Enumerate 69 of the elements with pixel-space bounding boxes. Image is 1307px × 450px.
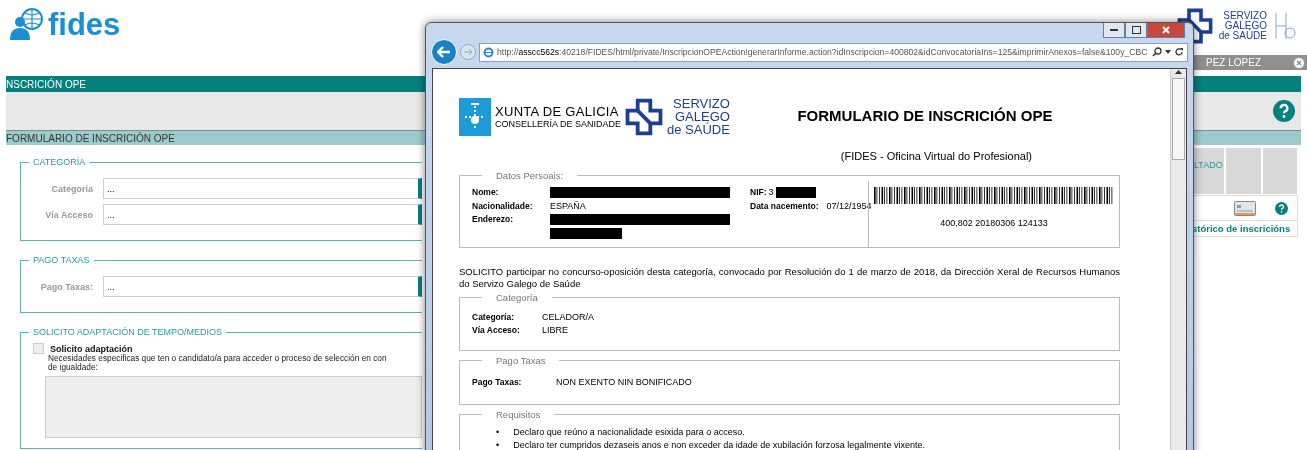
help-icon[interactable]	[1273, 100, 1295, 122]
field-value: 07/12/1954	[826, 201, 872, 211]
field-label: Nome:	[472, 187, 500, 197]
minimize-icon	[1110, 28, 1118, 32]
field-value: NON EXENTO NIN BONIFICADO	[556, 376, 692, 387]
fieldset-legend: CATEGORÍA	[29, 157, 90, 167]
back-arrow-icon	[437, 46, 451, 58]
close-button[interactable]	[1147, 23, 1185, 38]
panel-legend: Datos Persoais:	[482, 170, 578, 181]
panel-legend: Pago Taxas	[482, 354, 560, 366]
browser-logo-icon	[483, 46, 494, 58]
field-label: Enderezo:	[472, 214, 515, 224]
fieldset-legend: SOLICITO ADAPTACIÓN DE TEMPO/MEDIOS	[29, 327, 227, 337]
redaction-bar	[550, 228, 622, 239]
field-value: ESPAÑA	[550, 201, 586, 211]
institution-logo-text: SERVIZO GALEGO de SAÚDE	[1218, 11, 1267, 41]
address-field[interactable]: http://asscc562s:40218/FIDES/html/private/InscripcionOPEAction!generarInforme.action?idInscripcion=400802&idConvocatoriaIns=125&imprimirAnexos=false&100y_CBC	[479, 42, 1188, 62]
field-label: Vía Acceso	[44, 209, 93, 220]
maximize-icon	[1131, 26, 1141, 34]
description-text: de igualdade:	[48, 363, 98, 373]
statement-text: SOLICITO participar no concurso-oposición desta categoría, convocado por Resolución do 1 de marzo de 2018, da Dirección Xeral de Recursos Humanos do Servizo Galego de Saúde	[459, 266, 1120, 290]
field-label: NIF:	[750, 187, 767, 197]
field-label: Data nacemento:	[750, 201, 819, 211]
search-icon[interactable]	[1152, 47, 1162, 57]
field-label: Vía Acceso:	[472, 324, 521, 335]
url-text: http://asscc562s:40218/FIDES/html/private/InscripcionOPEAction!generarInforme.action?idInscripcion=400802&idConvocatoriaIns=125&imprimirAnexos=false&100y_CBC	[497, 47, 1149, 57]
bullet-mark: •	[496, 426, 500, 437]
checkbox[interactable]	[33, 343, 44, 354]
document-subtitle: (FIDES - Oficina Virtual do Profesional)	[840, 150, 1032, 162]
field-label: Nacionalidade:	[472, 201, 534, 211]
description-text: Necesidades especificas que ten o candidato/a para acceder o proceso de selección en con	[48, 354, 387, 363]
field-label: Categoría	[50, 183, 93, 194]
input-field[interactable]: ...	[103, 178, 422, 199]
maximize-button[interactable]	[1125, 23, 1147, 38]
requirement-item: Declaro ter cumpridos dezaseis anos e non exceder da idade de xubilación forzosa legalmente vixente.	[513, 439, 925, 450]
field-label: Pago Taxas:	[39, 281, 93, 292]
field-value: 3	[768, 187, 774, 197]
field-value: CELADOR/A	[542, 311, 594, 322]
panel-legend: Categoría	[482, 291, 552, 303]
checkbox-label: Solicito adaptación	[50, 343, 133, 354]
help-icon[interactable]	[1274, 201, 1288, 215]
input-field[interactable]: ...	[103, 204, 422, 225]
refresh-icon[interactable]	[1174, 47, 1184, 57]
input-field[interactable]: ...	[103, 276, 422, 297]
field-value: LIBRE	[542, 324, 568, 335]
scroll-up-icon[interactable]	[1175, 69, 1182, 74]
close-icon[interactable]	[1293, 56, 1305, 69]
government-logo-text: XUNTA DE GALICIA CONSELLERÍA DE SANIDADE	[495, 104, 622, 129]
minimize-button[interactable]	[1103, 23, 1125, 38]
person-globe-icon	[10, 8, 44, 40]
panel-legend: Requisitos	[482, 408, 555, 420]
app-logo: fides	[48, 8, 121, 40]
redaction-bar	[775, 187, 816, 198]
back-button[interactable]	[431, 39, 457, 65]
bullet-mark: •	[496, 439, 500, 450]
user-name: PEZ LOPEZ	[1206, 57, 1261, 68]
field-label: Pago Taxas:	[472, 376, 523, 387]
card-icon[interactable]	[1233, 200, 1256, 216]
caret-icon[interactable]	[1165, 50, 1171, 54]
cross-logo-icon	[625, 97, 664, 136]
requirement-item: Declaro que reúno a nacionalidade esixida para o acceso.	[513, 426, 745, 437]
forward-arrow-icon	[463, 48, 473, 56]
document-title: FORMULARIO DE INSCRICIÓN OPE	[797, 107, 1053, 124]
close-icon	[1162, 26, 1170, 34]
scrollbar-thumb[interactable]	[1172, 78, 1185, 160]
field-label: Categoría:	[472, 311, 516, 322]
coat-of-arms-icon	[459, 97, 491, 136]
barcode-number: 400,802 20180306 124133	[940, 218, 1048, 228]
fieldset-legend: PAGO TAXAS	[29, 255, 94, 265]
